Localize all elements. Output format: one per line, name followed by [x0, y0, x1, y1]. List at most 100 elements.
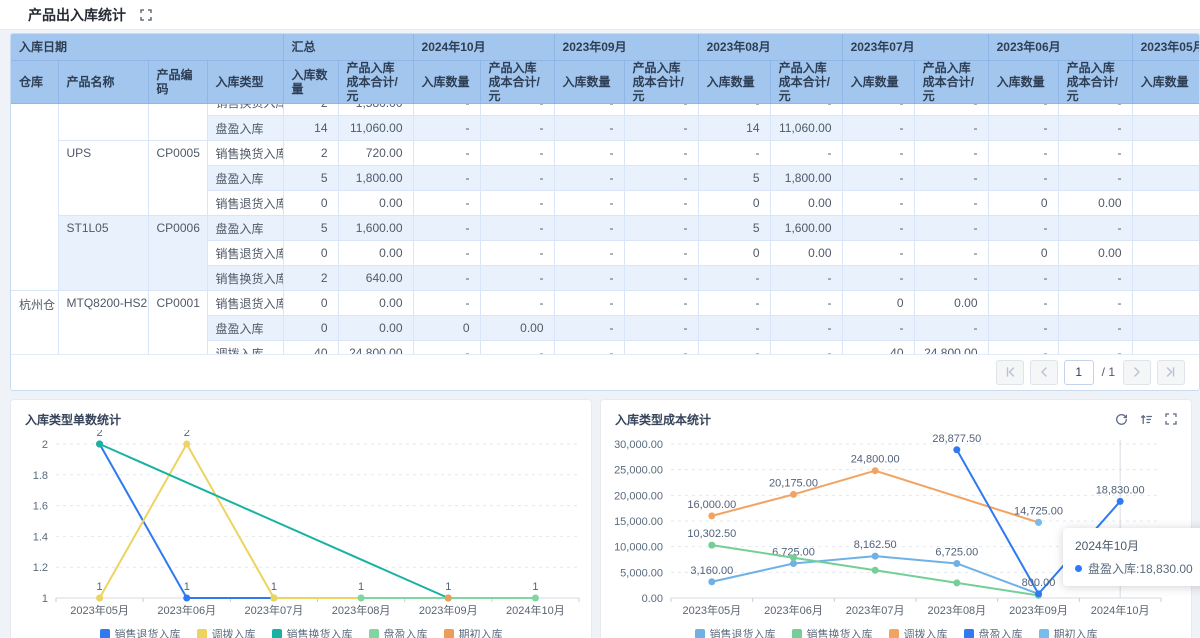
page-number-input[interactable] — [1063, 359, 1094, 385]
legend-item[interactable]: 盘盈入库 — [963, 626, 1023, 638]
value-cell: - — [480, 115, 555, 141]
svg-text:1: 1 — [271, 581, 277, 593]
svg-text:30,000.00: 30,000.00 — [614, 439, 663, 451]
svg-text:18,830.00: 18,830.00 — [1096, 484, 1145, 496]
legend-item[interactable]: 期初入库 — [443, 626, 503, 638]
list-view-icon[interactable] — [1140, 413, 1153, 426]
table-scroll-area[interactable]: 入库日期 汇总 2024年10月 2023年09月 2023年08月 2023年07月 20… — [11, 34, 1199, 354]
value-cell: - — [554, 140, 625, 166]
expand-fullscreen-icon[interactable] — [1165, 413, 1177, 426]
top-bar: 产品出入库统计 — [0, 0, 1200, 30]
value-cell: - — [770, 315, 843, 341]
svg-text:1: 1 — [358, 581, 364, 593]
last-page-button[interactable] — [1157, 359, 1185, 385]
value-cell: - — [842, 103, 915, 116]
refresh-icon[interactable] — [1115, 413, 1128, 426]
product-name-cell: MTQ8200-HS2F — [58, 290, 149, 354]
value-cell: - — [554, 240, 625, 266]
first-page-button[interactable] — [995, 359, 1024, 385]
value-cell: - — [480, 190, 555, 216]
value-cell: 0.00 — [480, 315, 555, 341]
inbound-type-cell: 销售退货入库 — [207, 240, 284, 266]
inbound-type-cell: 盘盈入库 — [207, 215, 284, 241]
product-name-cell — [58, 103, 149, 141]
legend-item[interactable]: 销售换货入库 — [791, 626, 873, 638]
value-cell: - — [914, 103, 989, 116]
value-cell — [1132, 103, 1199, 116]
next-page-button[interactable] — [1123, 359, 1151, 385]
value-cell: - — [554, 315, 625, 341]
table-row: 销售换货入库21,580.00---------- — [11, 103, 1199, 291]
value-cell: 5 — [698, 215, 771, 241]
product-code-cell: CP0005 — [148, 140, 208, 216]
value-cell — [1132, 340, 1199, 354]
value-cell: 0 — [283, 290, 339, 316]
value-cell: 0.00 — [914, 290, 989, 316]
inbound-type-cell: 销售退货入库 — [207, 290, 284, 316]
value-cell: 5 — [283, 165, 339, 191]
legend-item[interactable]: 期初入库 — [1038, 626, 1098, 638]
value-cell: - — [413, 265, 481, 291]
legend-swatch — [888, 628, 899, 638]
svg-text:1.8: 1.8 — [33, 469, 48, 481]
svg-text:6,725.00: 6,725.00 — [935, 546, 978, 558]
svg-text:28,877.50: 28,877.50 — [932, 432, 981, 444]
inbound-type-cell: 调拨入库 — [207, 340, 284, 354]
value-cell: - — [1058, 165, 1133, 191]
legend-label: 销售换货入库 — [806, 628, 873, 638]
legend-label: 销售换货入库 — [286, 628, 353, 638]
column-header-cost: 产品入库成本合计/元 — [624, 60, 699, 104]
inbound-type-cell: 盘盈入库 — [207, 115, 284, 141]
svg-text:1: 1 — [532, 581, 538, 593]
product-code-cell: CP0006 — [148, 215, 208, 291]
svg-text:2023年06月: 2023年06月 — [157, 603, 216, 617]
value-cell: - — [624, 315, 699, 341]
charts-row: 入库类型单数统计 1 1.2 1.4 1.6 1.8 2 2023年05月 2023年06月 2… — [10, 398, 1200, 638]
prev-page-button[interactable] — [1029, 359, 1058, 385]
legend-item[interactable]: 调拨入库 — [888, 626, 948, 638]
value-cell: - — [914, 240, 989, 266]
product-name-cell: UPS — [58, 140, 149, 216]
value-cell: 11,060.00 — [338, 115, 414, 141]
value-cell: 0 — [413, 315, 481, 341]
svg-text:2023年07月: 2023年07月 — [846, 603, 905, 617]
svg-text:15,000.00: 15,000.00 — [614, 516, 663, 528]
column-header: 产品编码 — [148, 60, 208, 104]
group-header-period: 2023年05月 — [1132, 34, 1199, 61]
legend-item[interactable]: 销售换货入库 — [271, 626, 353, 638]
value-cell: - — [554, 340, 625, 354]
page-total: / 1 — [1101, 365, 1115, 379]
value-cell: 1,600.00 — [770, 215, 843, 241]
order-count-chart-card: 入库类型单数统计 1 1.2 1.4 1.6 1.8 2 2023年05月 2023年06月 2… — [10, 398, 592, 638]
value-cell: 40 — [283, 340, 339, 354]
value-cell: - — [480, 140, 555, 166]
value-cell: - — [842, 315, 915, 341]
value-cell: - — [988, 115, 1059, 141]
value-cell: - — [1058, 103, 1133, 116]
value-cell: - — [554, 190, 625, 216]
legend-swatch — [443, 628, 454, 638]
cost-chart-card: 入库类型成本统计 0.00 5,000.00 10,000.00 15,000.… — [600, 398, 1200, 638]
table-head: 入库日期 汇总 2024年10月 2023年09月 2023年08月 2023年07月 20… — [11, 34, 1199, 104]
value-cell: - — [480, 265, 555, 291]
value-cell: 0 — [283, 240, 339, 266]
legend-item[interactable]: 盘盈入库 — [368, 626, 428, 638]
svg-text:2: 2 — [184, 430, 190, 439]
table-body: 销售换货入库21,580.00----------盘盈入库1411,060.00… — [11, 103, 1199, 354]
svg-text:24,800.00: 24,800.00 — [851, 453, 900, 465]
warehouse-cell: 杭州仓 — [11, 290, 59, 354]
value-cell: - — [554, 115, 625, 141]
legend-item[interactable]: 销售退货入库 — [694, 626, 776, 638]
column-header-qty: 入库数量 — [698, 60, 771, 104]
value-cell: - — [413, 115, 481, 141]
legend-item[interactable]: 销售退货入库 — [99, 626, 181, 638]
value-cell: - — [914, 215, 989, 241]
svg-text:2023年06月: 2023年06月 — [764, 603, 823, 617]
svg-text:1: 1 — [42, 593, 48, 605]
group-header-period: 2023年06月 — [988, 34, 1133, 61]
value-cell: - — [988, 215, 1059, 241]
fullscreen-icon[interactable] — [140, 8, 152, 21]
value-cell: - — [413, 290, 481, 316]
legend-item[interactable]: 调拨入库 — [196, 626, 256, 638]
value-cell: - — [988, 340, 1059, 354]
